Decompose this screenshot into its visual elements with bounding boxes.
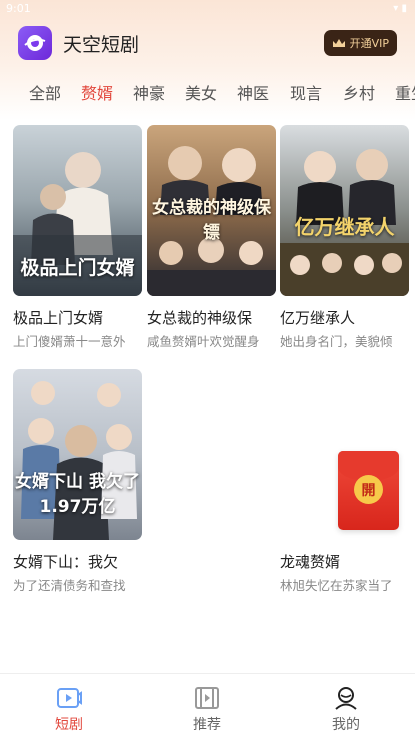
vip-button[interactable]: 开通VIP xyxy=(323,30,397,56)
profile-icon xyxy=(335,687,357,710)
drama-poster[interactable]: 亿万继承人 xyxy=(280,125,409,296)
status-time: 9:01 xyxy=(6,2,31,15)
film-icon xyxy=(195,687,219,709)
poster-title: 亿万继承人 xyxy=(294,215,395,239)
tab-tycoon[interactable]: 神豪 xyxy=(133,80,165,104)
video-icon xyxy=(57,688,82,708)
nav-item-profile[interactable]: 我的 xyxy=(277,674,415,740)
tab-village[interactable]: 乡村 xyxy=(343,80,375,104)
drama-poster[interactable]: 女婿下山 我欠了1.97万亿 xyxy=(13,369,142,540)
red-envelope-button[interactable]: 開 xyxy=(338,451,399,530)
poster-title: 女总裁的神级保镖 xyxy=(152,198,271,243)
drama-description: 她出身名门，美貌倾 xyxy=(280,334,393,349)
drama-description: 上门傻婿萧十一意外 xyxy=(13,334,126,349)
nav-label: 短剧 xyxy=(55,717,83,733)
poster-title: 极品上门女婿 xyxy=(20,257,135,279)
drama-description: 咸鱼赘婿叶欢觉醒身 xyxy=(147,334,260,349)
vip-label: 开通VIP xyxy=(349,37,389,50)
drama-description: 为了还清债务和查找 xyxy=(13,578,126,593)
drama-description: 林旭失忆在苏家当了 xyxy=(280,578,393,593)
drama-title[interactable]: 女总裁的神级保 xyxy=(147,307,278,328)
drama-title[interactable]: 龙魂赘婿 xyxy=(280,551,411,572)
crown-icon xyxy=(332,38,345,47)
drama-poster[interactable]: 女总裁的神级保镖 xyxy=(147,125,276,296)
nav-item-recommend[interactable]: 推荐 xyxy=(138,674,276,740)
bottom-nav: 短剧 推荐 我的 xyxy=(0,673,415,740)
status-bar: 9:01 ▾ ▮ xyxy=(0,0,415,18)
category-tabs: 全部 赘婿 神豪 美女 神医 现言 乡村 重生 xyxy=(0,80,415,106)
drama-title[interactable]: 极品上门女婿 xyxy=(13,307,144,328)
drama-poster[interactable]: 极品上门女婿 xyxy=(13,125,142,296)
nav-item-short-drama[interactable]: 短剧 xyxy=(0,674,138,740)
nav-label: 我的 xyxy=(332,717,360,733)
tab-beauty[interactable]: 美女 xyxy=(185,80,217,104)
app-logo-icon xyxy=(18,26,52,60)
app-title: 天空短剧 xyxy=(63,34,140,56)
nav-label: 推荐 xyxy=(193,717,221,733)
poster-title: 女婿下山 我欠了1.97万亿 xyxy=(15,472,140,517)
drama-title[interactable]: 亿万继承人 xyxy=(280,307,411,328)
tab-doctor[interactable]: 神医 xyxy=(237,80,269,104)
app-header: 天空短剧 开通VIP xyxy=(0,22,415,66)
drama-title[interactable]: 女婿下山：我欠 xyxy=(13,551,144,572)
envelope-seal: 開 xyxy=(354,475,383,504)
tab-all[interactable]: 全部 xyxy=(29,80,61,104)
tab-son-in-law[interactable]: 赘婿 xyxy=(81,80,113,104)
tab-modern-romance[interactable]: 现言 xyxy=(290,80,322,104)
status-icons: ▾ ▮ xyxy=(393,3,407,14)
tab-rebirth[interactable]: 重生 xyxy=(395,80,415,104)
